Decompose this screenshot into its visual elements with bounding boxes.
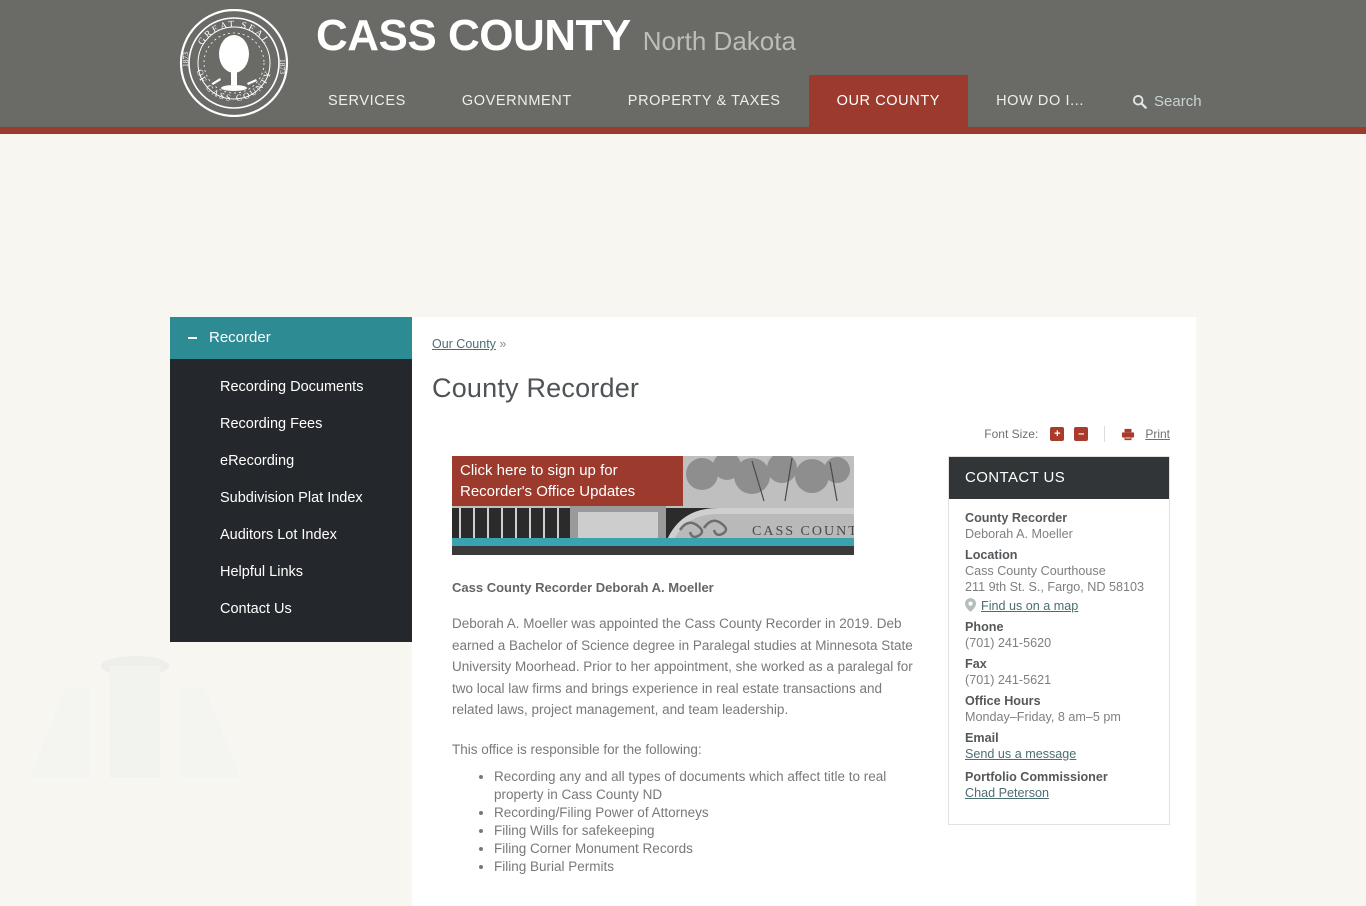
sidebar-item-list: Recording Documents Recording Fees eReco… bbox=[170, 359, 412, 628]
find-us-on-map-link[interactable]: Find us on a map bbox=[981, 599, 1078, 613]
increase-font-button[interactable]: + bbox=[1050, 427, 1065, 441]
contact-card-body: County Recorder Deborah A. Moeller Locat… bbox=[949, 499, 1169, 824]
sidebar-item-helpful-links[interactable]: Helpful Links bbox=[170, 554, 412, 591]
search-label: Search bbox=[1154, 92, 1202, 110]
sidebar-item-recording-fees[interactable]: Recording Fees bbox=[170, 406, 412, 443]
article-lead: Cass County Recorder Deborah A. Moeller bbox=[452, 580, 714, 595]
map-pin-icon bbox=[965, 598, 976, 612]
sidebar-section-title: Recorder bbox=[209, 329, 271, 346]
contact-recorder-label: County Recorder bbox=[965, 511, 1068, 525]
contact-email-label: Email bbox=[965, 731, 999, 745]
minus-icon bbox=[188, 336, 197, 339]
svg-text:1873: 1873 bbox=[278, 59, 287, 74]
site-brand[interactable]: CASS COUNTY North Dakota bbox=[316, 14, 796, 58]
contact-location-line1: Cass County Courthouse bbox=[965, 564, 1106, 578]
sidebar-section-recorder[interactable]: Recorder bbox=[170, 317, 412, 359]
article-paragraph-1: Deborah A. Moeller was appointed the Cas… bbox=[452, 616, 913, 717]
page-body: Recorder Recording Documents Recording F… bbox=[0, 127, 1366, 906]
site-header: GREAT SEAL OF CASS COUNTY 1873 1873 CASS… bbox=[0, 0, 1366, 134]
sidebar-item-erecording[interactable]: eRecording bbox=[170, 443, 412, 480]
breadcrumb-link-our-county[interactable]: Our County bbox=[432, 337, 496, 351]
toolbar-divider bbox=[1104, 426, 1106, 442]
contact-card: CONTACT US County Recorder Deborah A. Mo… bbox=[948, 456, 1170, 825]
page-toolbar: Font Size: + – Print bbox=[432, 426, 1170, 442]
send-message-link[interactable]: Send us a message bbox=[965, 747, 1076, 761]
search-icon bbox=[1132, 94, 1147, 109]
list-item: Filing Burial Permits bbox=[494, 858, 926, 876]
sidebar-item-auditors-lot-index[interactable]: Auditors Lot Index bbox=[170, 517, 412, 554]
breadcrumb-separator: » bbox=[499, 337, 507, 351]
sidebar-navigation: Recorder Recording Documents Recording F… bbox=[170, 317, 412, 642]
svg-text:1873: 1873 bbox=[181, 52, 190, 67]
print-link[interactable]: Print bbox=[1145, 427, 1170, 441]
font-size-label: Font Size: bbox=[984, 427, 1039, 441]
list-item: Filing Wills for safekeeping bbox=[494, 822, 926, 840]
contact-fax-value: (701) 241-5621 bbox=[965, 673, 1052, 687]
banner-caption-line2: Recorder's Office Updates bbox=[460, 483, 636, 500]
sidebar-item-recording-documents[interactable]: Recording Documents bbox=[170, 369, 412, 406]
contact-hours-label: Office Hours bbox=[965, 694, 1041, 708]
brand-subtitle: North Dakota bbox=[642, 26, 796, 56]
responsibilities-list: Recording any and all types of documents… bbox=[452, 768, 926, 876]
nav-item-government[interactable]: GOVERNMENT bbox=[434, 75, 600, 127]
contact-hours-value: Monday–Friday, 8 am–5 pm bbox=[965, 710, 1121, 724]
nav-item-our-county[interactable]: OUR COUNTY bbox=[808, 75, 969, 127]
contact-commissioner-label: Portfolio Commissioner bbox=[965, 770, 1108, 784]
search-button[interactable]: Search bbox=[1112, 75, 1222, 127]
contact-recorder-name: Deborah A. Moeller bbox=[965, 527, 1073, 541]
breadcrumb: Our County » bbox=[432, 337, 1170, 351]
nav-item-services[interactable]: SERVICES bbox=[300, 75, 434, 127]
svg-text:CASS COUNTY: CASS COUNTY bbox=[752, 524, 854, 539]
contact-phone-value: (701) 241-5620 bbox=[965, 636, 1052, 650]
commissioner-link[interactable]: Chad Peterson bbox=[965, 786, 1049, 800]
recorder-updates-banner[interactable]: CASS COUNTY Click here to sign up for Re… bbox=[452, 456, 854, 555]
brand-title: CASS COUNTY bbox=[316, 11, 631, 60]
county-seal-icon: GREAT SEAL OF CASS COUNTY 1873 1873 bbox=[179, 9, 289, 117]
contact-location-label: Location bbox=[965, 548, 1018, 562]
printer-icon[interactable] bbox=[1121, 428, 1135, 441]
list-item: Filing Corner Monument Records bbox=[494, 840, 926, 858]
decrease-font-button[interactable]: – bbox=[1074, 427, 1089, 441]
banner-caption-line1: Click here to sign up for bbox=[460, 462, 618, 479]
page-title: County Recorder bbox=[432, 373, 640, 403]
sidebar-item-contact-us[interactable]: Contact Us bbox=[170, 591, 412, 628]
banner-caption: Click here to sign up for Recorder's Off… bbox=[452, 456, 683, 506]
nav-item-property-taxes[interactable]: PROPERTY & TAXES bbox=[600, 75, 809, 127]
main-navigation: SERVICES GOVERNMENT PROPERTY & TAXES OUR… bbox=[300, 75, 1222, 127]
contact-fax-label: Fax bbox=[965, 657, 987, 671]
article-paragraph-2: This office is responsible for the follo… bbox=[452, 741, 702, 757]
contact-phone-label: Phone bbox=[965, 620, 1004, 634]
sidebar-item-subdivision-plat-index[interactable]: Subdivision Plat Index bbox=[170, 480, 412, 517]
contact-location-line2: 211 9th St. S., Fargo, ND 58103 bbox=[965, 580, 1144, 594]
banner-teal-strip bbox=[452, 538, 854, 546]
list-item: Recording any and all types of documents… bbox=[494, 768, 926, 804]
contact-column: CONTACT US County Recorder Deborah A. Mo… bbox=[948, 456, 1170, 825]
article-column: CASS COUNTY Click here to sign up for Re… bbox=[432, 456, 926, 876]
list-item: Recording/Filing Power of Attorneys bbox=[494, 804, 926, 822]
content-panel: Our County » County Recorder Font Size: … bbox=[412, 317, 1196, 906]
nav-item-how-do-i[interactable]: HOW DO I... bbox=[968, 75, 1112, 127]
contact-card-heading: CONTACT US bbox=[949, 457, 1169, 499]
